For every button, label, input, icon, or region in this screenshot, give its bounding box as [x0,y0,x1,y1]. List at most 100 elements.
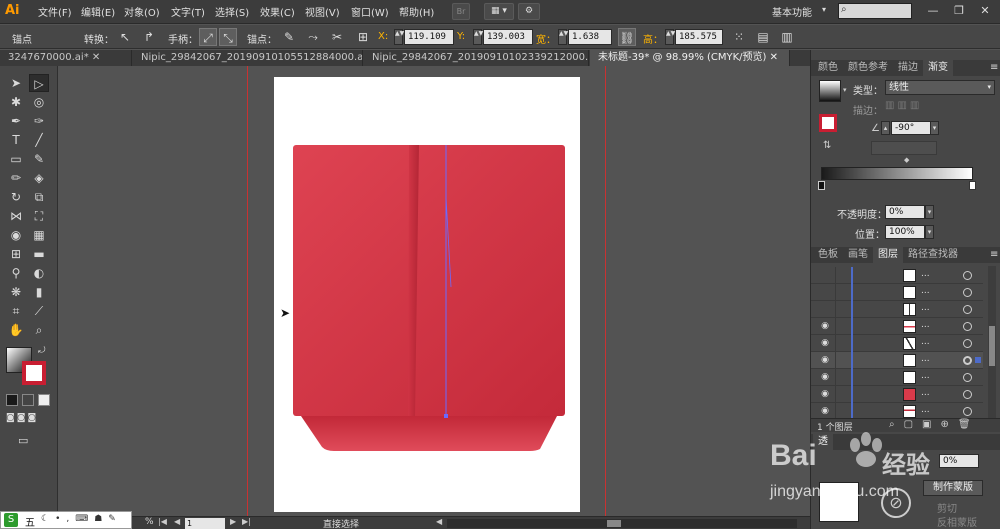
x-spinner[interactable]: ▲▼ [394,29,404,45]
gradient-tool-icon[interactable]: ▬ [29,245,49,263]
target-circle-icon[interactable] [963,390,972,399]
gradient-stop-right[interactable] [969,181,976,190]
hide-handles-icon[interactable]: ⤡ [219,28,237,46]
gradient-preview-chevron-icon[interactable]: ▾ [843,86,847,94]
prev-page-icon[interactable]: ◀ [174,517,180,526]
horizontal-scroll-thumb[interactable] [607,520,621,527]
tab-gradient[interactable]: 渐变 [923,60,953,76]
visibility-eye-icon[interactable]: ◉ [819,354,831,366]
mesh-tool-icon[interactable]: ⊞ [6,245,26,263]
panel-menu-icon[interactable]: ≡ [985,60,1000,76]
layer-row[interactable]: ◉... [811,335,983,352]
type-tool-icon[interactable]: T [6,131,26,149]
lasso-tool-icon[interactable]: ◎ [29,93,49,111]
menu-edit[interactable]: 编辑(E) [81,4,115,19]
column-graph-tool-icon[interactable]: ▮ [29,283,49,301]
magic-wand-tool-icon[interactable]: ✱ [6,93,26,111]
lock-column[interactable] [835,284,836,301]
first-page-icon[interactable]: |◀ [158,517,167,526]
page-field[interactable]: 1 [185,518,225,529]
target-circle-icon[interactable] [963,288,972,297]
layer-name[interactable]: ... [921,269,930,279]
layer-name[interactable]: ... [921,337,930,347]
convert-smooth-icon[interactable]: ↱ [140,28,158,46]
x-field[interactable]: 119.109 [404,29,454,45]
target-circle-icon[interactable] [963,407,972,416]
layer-name[interactable]: ... [921,320,930,330]
perspective-grid-tool-icon[interactable]: ▦ [29,226,49,244]
ime-logo-icon[interactable]: S [4,513,18,527]
lock-column[interactable] [835,267,836,284]
visibility-eye-icon[interactable] [819,286,831,298]
gradient-preview[interactable] [819,80,841,102]
reverse-gradient-icon[interactable]: ⇅ [823,140,831,151]
rotate-tool-icon[interactable]: ↻ [6,188,26,206]
lock-column[interactable] [835,318,836,335]
next-page-icon[interactable]: ▶ [230,517,236,526]
layer-row[interactable]: ... [811,267,983,284]
shape-builder-tool-icon[interactable]: ◉ [6,226,26,244]
gradient-mode-icon[interactable] [22,394,34,406]
layer-row[interactable]: ... [811,284,983,301]
arrange-documents-icon[interactable]: ▦ ▾ [484,3,514,20]
screen-mode-icon[interactable]: ▭ [18,434,38,448]
swap-fill-stroke-icon[interactable]: ⤾ [38,346,46,356]
color-mode-icon[interactable] [6,394,18,406]
remove-anchor-icon[interactable]: ✎ [280,28,298,46]
bridge-button[interactable]: Br [452,3,470,20]
menu-effect[interactable]: 效果(C) [260,4,295,19]
line-tool-icon[interactable]: ╱ [29,131,49,149]
tab-brushes[interactable]: 画笔 [843,247,873,263]
horizontal-scrollbar[interactable] [447,519,797,528]
stroke-gradient-options-icon[interactable]: ▥▥▥ [885,100,937,114]
layer-name[interactable]: ... [921,371,930,381]
gradient-slider[interactable] [821,167,973,180]
pen-tool-icon[interactable]: ✒ [6,112,26,130]
target-circle-icon[interactable] [963,339,972,348]
visibility-eye-icon[interactable]: ◉ [819,337,831,349]
selection-tool-icon[interactable]: ➤ [6,74,26,92]
location-dropdown[interactable]: ▾ [925,225,934,239]
menu-type[interactable]: 文字(T) [171,4,205,19]
opacity-field[interactable]: 0% [885,205,925,219]
lock-column[interactable] [835,369,836,386]
hand-tool-icon[interactable]: ✋ [6,321,26,339]
width-spinner[interactable]: ▲▼ [558,29,568,45]
scroll-left-icon[interactable]: ◀ [436,517,442,526]
menu-help[interactable]: 帮助(H) [399,4,434,19]
workspace-chevron-icon[interactable]: ▾ [822,5,826,14]
artboard-tool-icon[interactable]: ⌗ [6,302,26,320]
isolate-icon[interactable]: ⊞ [354,28,372,46]
tab-pathfinder[interactable]: 路径查找器 [903,247,963,263]
blend-tool-icon[interactable]: ◐ [29,264,49,282]
tab-swatches[interactable]: 色板 [813,247,843,263]
height-spinner[interactable]: ▲▼ [665,29,675,45]
canvas-area[interactable]: ➤ [59,66,809,516]
menu-select[interactable]: 选择(S) [215,4,249,19]
menu-view[interactable]: 视图(V) [305,4,340,19]
location-field[interactable]: 100% [885,225,925,239]
tab-doc-1[interactable]: 3247670000.ai* ✕ [0,50,132,66]
lock-column[interactable] [835,352,836,369]
ime-mode[interactable]: 五 [25,514,35,529]
height-field[interactable]: 185.575 [675,29,723,45]
tab-color[interactable]: 颜色 [813,60,843,76]
layer-row[interactable]: ◉... [811,369,983,386]
target-circle-icon[interactable] [963,271,972,280]
gpu-icon[interactable]: ⚙ [518,3,540,20]
direct-selection-tool-icon[interactable]: ▷ [29,74,49,92]
curvature-tool-icon[interactable]: ✑ [29,112,49,130]
menu-object[interactable]: 对象(O) [124,4,160,19]
rectangle-tool-icon[interactable]: ▭ [6,150,26,168]
visibility-eye-icon[interactable]: ◉ [819,388,831,400]
bag-body[interactable] [293,145,565,416]
layer-name[interactable]: ... [921,286,930,296]
y-field[interactable]: 139.003 [483,29,533,45]
pencil-tool-icon[interactable]: ✏ [6,169,26,187]
layer-row[interactable]: ... [811,301,983,318]
ime-tools-icons[interactable]: ☾•,⌨☗✎ [41,514,122,524]
menu-window[interactable]: 窗口(W) [351,4,389,19]
show-handles-icon[interactable]: ⤢ [199,28,217,46]
width-tool-icon[interactable]: ⋈ [6,207,26,225]
zoom-suffix[interactable]: % [145,517,154,527]
